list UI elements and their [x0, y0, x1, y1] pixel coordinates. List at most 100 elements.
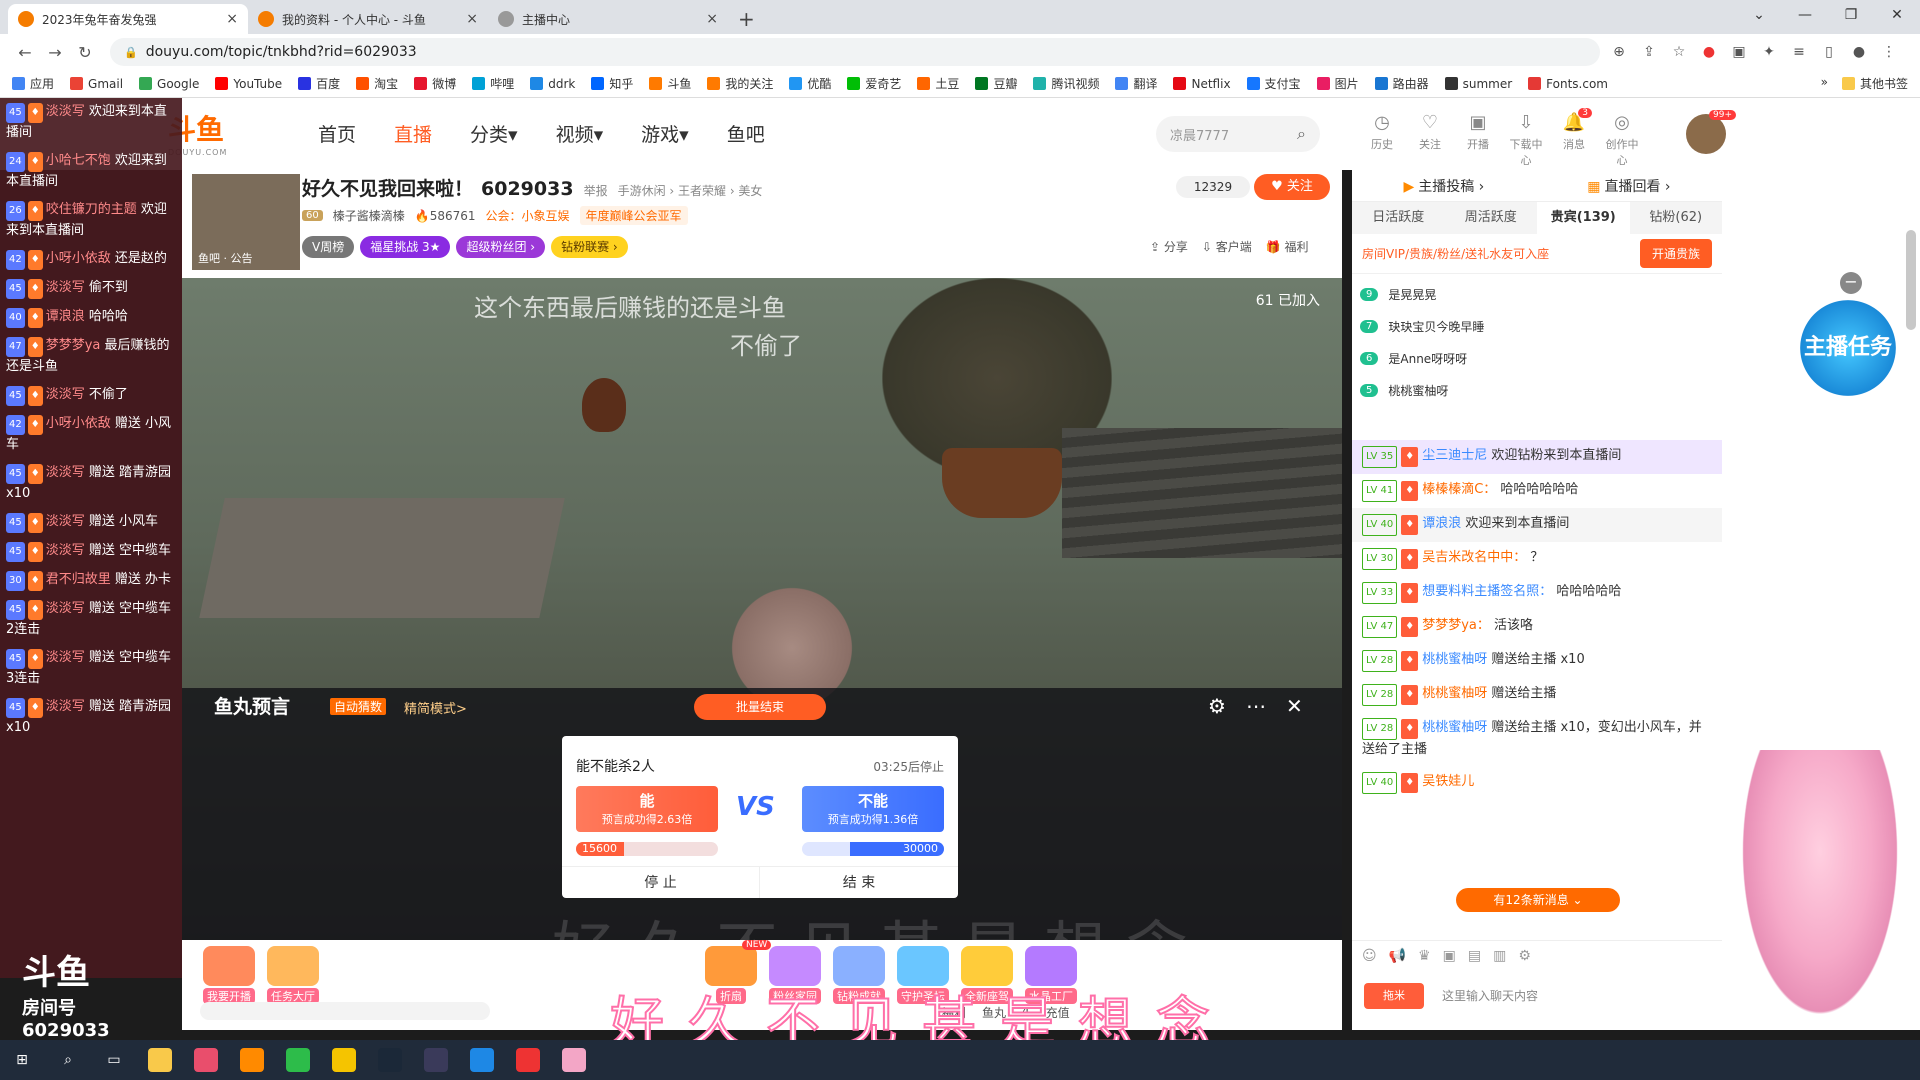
sidepanel-icon[interactable]: ▯ — [1820, 44, 1838, 60]
user-name[interactable]: 吴铁娃儿 — [1422, 774, 1474, 789]
diamond-league-button[interactable]: 钻粉联赛 › — [551, 236, 628, 258]
stop-button[interactable]: 停 止 — [562, 866, 760, 898]
bookmark-translate[interactable]: 翻译 — [1115, 75, 1157, 92]
user-name[interactable]: 淡淡写 — [46, 543, 85, 558]
auto-guess-button[interactable]: 自动猜数 — [330, 698, 387, 715]
batch-end-button[interactable]: 批量结束 — [694, 694, 826, 720]
puzzle-icon[interactable]: ✦ — [1760, 44, 1778, 60]
share-button[interactable]: ⇪ 分享 — [1150, 238, 1188, 255]
end-button[interactable]: 结 束 — [760, 866, 958, 898]
bookmark-fonts[interactable]: Fonts.com — [1528, 77, 1608, 91]
user-name[interactable]: 吴吉米改名中中： — [1422, 550, 1526, 565]
bookmark-google[interactable]: Google — [139, 77, 199, 91]
bookmark-iqiyi[interactable]: 爱奇艺 — [847, 75, 901, 92]
bookmark-douyu[interactable]: 斗鱼 — [649, 75, 691, 92]
app-icon[interactable] — [332, 1048, 356, 1072]
close-icon[interactable]: × — [466, 11, 478, 27]
user-name[interactable]: 梦梦梦ya — [46, 338, 101, 353]
user-name[interactable]: 君不归故里 — [46, 572, 111, 587]
emoji-icon[interactable]: ☺ — [1362, 948, 1377, 964]
chevron-right-icon[interactable]: » — [1821, 75, 1828, 92]
close-window-button[interactable]: ✕ — [1874, 0, 1920, 30]
close-icon[interactable]: ✕ — [1286, 694, 1303, 718]
bookmark-apps[interactable]: 应用 — [12, 75, 54, 92]
host-task-button[interactable]: 主播任务 — [1800, 300, 1896, 396]
bookmark-youtube[interactable]: YouTube — [215, 77, 282, 91]
settings-icon[interactable]: ⚙ — [1518, 948, 1531, 964]
open-noble-button[interactable]: 开通贵族 — [1639, 239, 1712, 268]
user-name[interactable]: 想要料料主播签名照： — [1422, 584, 1552, 599]
windows-start-icon[interactable]: ⊞ — [10, 1048, 34, 1072]
bookmark-bilibili[interactable]: 哔哩 — [472, 75, 514, 92]
vip-list-item[interactable]: 7 玦玦宝贝今晚早睡 — [1360, 310, 1714, 342]
nav-game[interactable]: 游戏▾ — [641, 120, 689, 147]
search-icon[interactable]: ⌕ — [1297, 124, 1306, 144]
user-name[interactable]: 谭浪浪 — [46, 309, 85, 324]
adblock-icon[interactable]: ● — [1700, 44, 1718, 60]
bookmark-netflix[interactable]: Netflix — [1173, 77, 1231, 91]
more-icon[interactable]: ⋯ — [1246, 694, 1266, 718]
client-button[interactable]: ⇩ 客户端 — [1202, 238, 1252, 255]
user-name[interactable]: 淡淡写 — [46, 601, 85, 616]
zoom-icon[interactable]: ⊕ — [1610, 44, 1628, 60]
vip-list-item[interactable]: 6 是Anne呀呀呀 — [1360, 342, 1714, 374]
minus-icon[interactable]: − — [1840, 272, 1862, 294]
back-icon[interactable]: ← — [10, 43, 40, 62]
maximize-button[interactable]: ❐ — [1828, 0, 1874, 30]
chevron-down-icon[interactable]: ⌄ — [1736, 0, 1782, 30]
user-name[interactable]: 小呀小依敌 — [46, 416, 111, 431]
bookmark-tencent-video[interactable]: 腾讯视频 — [1033, 75, 1099, 92]
bookmark-gmail[interactable]: Gmail — [70, 77, 123, 91]
avatar[interactable]: 99+ — [1686, 110, 1736, 154]
live-replay-link[interactable]: ▦ 直播回看 › — [1587, 176, 1670, 196]
nav-category[interactable]: 分类▾ — [470, 120, 518, 147]
close-icon[interactable]: × — [226, 11, 238, 27]
search-icon[interactable]: ⌕ — [56, 1048, 80, 1072]
bookmark-taobao[interactable]: 淘宝 — [356, 75, 398, 92]
card-icon[interactable]: ▥ — [1493, 948, 1506, 964]
option-yes-button[interactable]: 能 预言成功得2.63倍 — [576, 786, 718, 832]
url-input[interactable]: 🔒 douyu.com/topic/tnkbhd?rid=6029033 — [110, 38, 1600, 66]
steam-icon[interactable] — [378, 1048, 402, 1072]
nav-home[interactable]: 首页 — [318, 120, 356, 147]
app-icon[interactable] — [424, 1048, 448, 1072]
bookmark-ddrk[interactable]: ddrk — [530, 77, 575, 91]
forward-icon[interactable]: → — [40, 43, 70, 62]
new-tab-button[interactable]: + — [738, 4, 755, 34]
profile-icon[interactable]: ● — [1850, 44, 1868, 60]
app-icon[interactable] — [240, 1048, 264, 1072]
scrollbar[interactable] — [1906, 230, 1916, 330]
app-icon[interactable] — [562, 1048, 586, 1072]
user-name[interactable]: 桃桃蜜柚呀 — [1422, 686, 1487, 701]
host-thumbnail[interactable]: 鱼吧 · 公告 — [192, 174, 300, 270]
chrome-icon[interactable] — [516, 1048, 540, 1072]
nav-live[interactable]: 直播 — [394, 120, 432, 147]
bookmark-weibo[interactable]: 微博 — [414, 75, 456, 92]
browser-tab-0[interactable]: 2023年兔年奋发兔强 × — [8, 4, 248, 34]
user-name[interactable]: 榛榛榛滴C： — [1422, 482, 1496, 497]
share-icon[interactable]: ⇪ — [1640, 44, 1658, 60]
lucky-star-button[interactable]: 福星挑战 3★ — [360, 236, 451, 258]
option-no-button[interactable]: 不能 预言成功得1.36倍 — [802, 786, 944, 832]
user-name[interactable]: 桃桃蜜柚呀 — [1422, 652, 1487, 667]
tab-diamond[interactable]: 钻粉(62) — [1630, 202, 1723, 234]
broadcast-icon[interactable]: 📢 — [1389, 948, 1406, 964]
bookmark-tudou[interactable]: 土豆 — [917, 75, 959, 92]
user-name[interactable]: 淡淡写 — [46, 387, 85, 402]
nav-fishbar[interactable]: 鱼吧 — [727, 120, 765, 147]
reload-icon[interactable]: ↻ — [70, 43, 100, 62]
follow-list-button[interactable]: ♡ 关注 — [1412, 112, 1448, 168]
close-icon[interactable]: × — [706, 11, 718, 27]
user-name[interactable]: 咬住镰刀的主题 — [46, 202, 137, 217]
chat-input[interactable]: 这里输入聊天内容 — [1442, 981, 1642, 1011]
simple-mode-button[interactable]: 精简模式> — [404, 698, 467, 717]
follow-button[interactable]: ♥ 关注 — [1254, 174, 1330, 200]
box-icon[interactable]: ▤ — [1468, 948, 1481, 964]
bookmark-other[interactable]: 其他书签 — [1841, 75, 1908, 92]
bookmark-baidu[interactable]: 百度 — [298, 75, 340, 92]
file-explorer-icon[interactable] — [148, 1048, 172, 1072]
gear-icon[interactable]: ⚙ — [1208, 694, 1226, 718]
vip-list-item[interactable]: 9 是晃晃晃 — [1360, 278, 1714, 310]
start-stream-button[interactable]: ▣ 开播 — [1460, 112, 1496, 168]
menu-icon[interactable]: ⋮ — [1880, 44, 1898, 60]
